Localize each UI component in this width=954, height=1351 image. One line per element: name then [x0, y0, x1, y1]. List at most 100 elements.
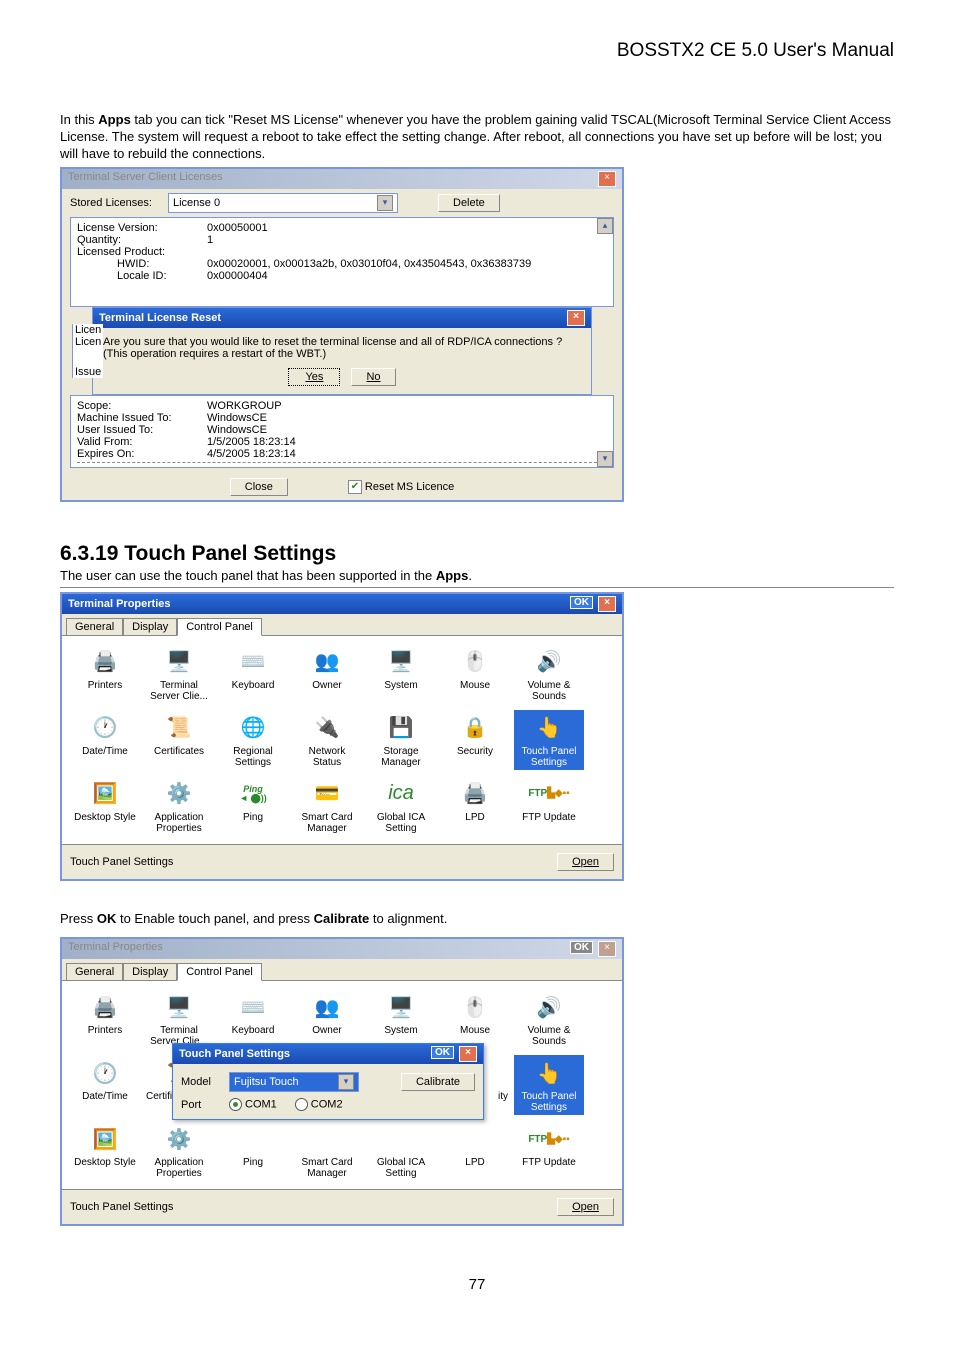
cp-app-props[interactable]: ⚙️Application Properties [144, 776, 214, 836]
gear-icon: ⚙️ [163, 778, 195, 810]
close-icon[interactable]: × [598, 596, 616, 612]
cp-storage[interactable]: 💾Storage Manager [366, 710, 436, 770]
terminal-icon: 🖥️ [163, 646, 195, 678]
label: Expires On: [77, 448, 207, 460]
cp-terminal-server[interactable]: 🖥️Terminal Server Clie... [144, 989, 214, 1049]
tab-general[interactable]: General [66, 963, 123, 980]
calibrate-bold: Calibrate [314, 911, 370, 926]
titlebar: Terminal Properties OK × [62, 939, 622, 959]
close-icon[interactable]: × [598, 171, 616, 187]
doc-header: BOSSTX2 CE 5.0 User's Manual [60, 40, 894, 62]
cp-lpd[interactable]: 🖨️LPD [440, 776, 510, 836]
close-icon[interactable]: × [459, 1046, 477, 1062]
value: 0x00020001, 0x00013a2b, 0x03010f04, 0x43… [207, 258, 531, 270]
cp-ftp-update[interactable]: FTP▙◆▪▪FTP Update [514, 776, 584, 836]
cp-ftp-update[interactable]: FTP▙◆▪▪FTP Update [514, 1121, 584, 1181]
cp-printers[interactable]: 🖨️Printers [70, 644, 140, 704]
cp-touch-panel[interactable]: 👆Touch Panel Settings [514, 1055, 584, 1115]
cp-security[interactable]: 🔒Security [440, 710, 510, 770]
intro-paragraph: In this Apps tab you can tick "Reset MS … [60, 112, 894, 163]
cp-ping[interactable]: Ping◄ ⬤))Ping [218, 776, 288, 836]
open-button[interactable]: Open [557, 1198, 614, 1216]
label: HWID: [117, 258, 207, 270]
cp-datetime[interactable]: 🕐Date/Time [70, 710, 140, 770]
cp-network[interactable]: 🔌Network Status [292, 710, 362, 770]
text: to alignment. [369, 911, 447, 926]
titlebar-text: Terminal Properties [68, 598, 171, 610]
scroll-down-icon[interactable]: ▾ [597, 451, 613, 467]
ok-title-button[interactable]: OK [570, 941, 593, 954]
peek-licence: Licen Licen Issue [72, 324, 103, 378]
mouse-icon: 🖱️ [459, 991, 491, 1023]
tab-display[interactable]: Display [123, 963, 177, 980]
cp-owner[interactable]: 👥Owner [292, 644, 362, 704]
cp-smartcard[interactable]: 💳Smart Card Manager [292, 776, 362, 836]
delete-button[interactable]: Delete [438, 194, 500, 212]
cp-volume[interactable]: 🔊Volume & Sounds [514, 989, 584, 1049]
cp-terminal-server[interactable]: 🖥️Terminal Server Clie... [144, 644, 214, 704]
model-select[interactable]: Fujitsu Touch ▾ [229, 1072, 359, 1092]
ok-title-button[interactable]: OK [431, 1046, 454, 1059]
com1-radio[interactable]: COM1 [229, 1098, 277, 1111]
reset-ms-licence-checkbox[interactable]: ✔Reset MS Licence [348, 480, 454, 494]
cp-smartcard[interactable]: Smart CardManager [292, 1121, 362, 1181]
cp-keyboard[interactable]: ⌨️Keyboard [218, 989, 288, 1049]
status-text: Touch Panel Settings [70, 1201, 173, 1213]
cp-lpd[interactable]: LPD [440, 1121, 510, 1181]
ok-bold: OK [97, 911, 117, 926]
cp-app-props[interactable]: ⚙️Application Properties [144, 1121, 214, 1181]
value: WORKGROUP [207, 400, 282, 412]
close-button[interactable]: Close [230, 478, 288, 496]
cp-printers[interactable]: 🖨️Printers [70, 989, 140, 1049]
system-icon: 🖥️ [385, 646, 417, 678]
page-number: 77 [60, 1276, 894, 1293]
calibrate-button[interactable]: Calibrate [401, 1073, 475, 1091]
terminal-server-licenses-dialog: Terminal Server Client Licenses × Stored… [60, 167, 624, 502]
lock-icon: 🔒 [459, 712, 491, 744]
cp-system[interactable]: 🖥️System [366, 989, 436, 1049]
close-icon[interactable]: × [598, 941, 616, 957]
cp-mouse[interactable]: 🖱️Mouse [440, 644, 510, 704]
network-icon: 🔌 [311, 712, 343, 744]
chevron-down-icon[interactable]: ▾ [338, 1074, 354, 1090]
cp-mouse[interactable]: 🖱️Mouse [440, 989, 510, 1049]
cp-owner[interactable]: 👥Owner [292, 989, 362, 1049]
cp-keyboard[interactable]: ⌨️Keyboard [218, 644, 288, 704]
ftp-icon: FTP▙◆▪▪ [533, 1123, 565, 1155]
tab-general[interactable]: General [66, 618, 123, 635]
cp-certificates[interactable]: 📜Certificates [144, 710, 214, 770]
cp-global-ica[interactable]: icaGlobal ICA Setting [366, 776, 436, 836]
cp-global-ica[interactable]: Global ICASetting [366, 1121, 436, 1181]
close-icon[interactable]: × [567, 310, 585, 326]
cp-desktop-style[interactable]: 🖼️Desktop Style [70, 776, 140, 836]
cp-touch-panel[interactable]: 👆Touch Panel Settings [514, 710, 584, 770]
certificate-icon: 📜 [163, 712, 195, 744]
tab-display[interactable]: Display [123, 618, 177, 635]
cp-ping[interactable]: Ping [218, 1121, 288, 1181]
ok-title-button[interactable]: OK [570, 596, 593, 609]
cp-desktop-style[interactable]: 🖼️Desktop Style [70, 1121, 140, 1181]
text: Are you sure that you would like to rese… [103, 336, 581, 348]
cp-system[interactable]: 🖥️System [366, 644, 436, 704]
tab-control-panel[interactable]: Control Panel [177, 963, 262, 981]
clock-icon: 🕐 [89, 1057, 121, 1089]
radio-icon [229, 1098, 242, 1111]
titlebar-text: Terminal Properties [68, 941, 163, 957]
owner-icon: 👥 [311, 646, 343, 678]
cp-volume[interactable]: 🔊Volume & Sounds [514, 644, 584, 704]
tab-control-panel[interactable]: Control Panel [177, 618, 262, 636]
no-button[interactable]: No [351, 368, 395, 386]
com2-radio[interactable]: COM2 [295, 1098, 343, 1111]
terminal-icon: 🖥️ [163, 991, 195, 1023]
stored-licenses-select[interactable]: License 0 ▾ [168, 193, 398, 213]
cp-datetime[interactable]: 🕐Date/Time [70, 1055, 140, 1115]
open-button[interactable]: Open [557, 853, 614, 871]
cp-regional[interactable]: 🌐Regional Settings [218, 710, 288, 770]
scroll-up-icon[interactable]: ▴ [597, 218, 613, 234]
clock-icon: 🕐 [89, 712, 121, 744]
yes-button[interactable]: Yes [288, 368, 340, 386]
radio-label: COM1 [245, 1099, 277, 1111]
speaker-icon: 🔊 [533, 991, 565, 1023]
chevron-down-icon[interactable]: ▾ [377, 195, 393, 211]
reset-message: Are you sure that you would like to rese… [93, 328, 591, 394]
